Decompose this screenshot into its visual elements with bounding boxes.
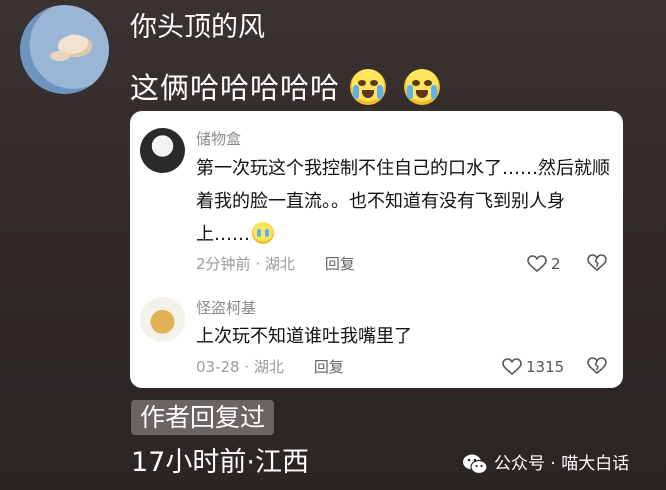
like-count: 1315 [526, 358, 565, 376]
reply-meta: 2分钟前 · 湖北 回复 [196, 254, 355, 274]
crying-laughing-emoji-icon [350, 69, 387, 105]
reply-button[interactable]: 回复 [314, 358, 344, 376]
reply-meta: 03-28 · 湖北 回复 [196, 357, 344, 377]
reply-location: 湖北 [264, 255, 295, 273]
crying-emoji-icon [252, 222, 274, 244]
reply-username[interactable]: 怪盗柯基 [196, 298, 256, 318]
heart-icon [527, 255, 547, 273]
reply-username[interactable]: 储物盒 [196, 129, 241, 149]
commenter-username[interactable]: 你头顶的风 [130, 10, 265, 46]
reply-text: 上次玩不知道谁吐我嘴里了 [196, 326, 412, 347]
broken-heart-icon [587, 357, 607, 375]
dislike-button[interactable] [587, 357, 607, 379]
cat-paw-image [50, 51, 70, 61]
comment-text: 这俩哈哈哈哈哈 [130, 68, 441, 108]
meta-separator: · [250, 255, 265, 273]
commenter-avatar[interactable] [20, 5, 109, 94]
comment-body: 这俩哈哈哈哈哈 [130, 71, 341, 105]
watermark: 公众号 · 喵大白话 [462, 452, 629, 476]
reply-avatar[interactable] [140, 128, 185, 173]
reply-text: 第一次玩这个我控制不住自己的口水了……然后就顺着我的脸一直流。。也不知道有没有飞… [196, 152, 616, 251]
author-replied-badge: 作者回复过 [131, 400, 275, 435]
replies-card: 储物盒 第一次玩这个我控制不住自己的口水了……然后就顺着我的脸一直流。。也不知道… [130, 111, 623, 388]
reply-location: 湖北 [253, 358, 284, 376]
crying-laughing-emoji-icon [404, 69, 441, 105]
broken-heart-icon [587, 254, 607, 272]
reply-time: 03-28 [196, 358, 240, 376]
reply-time: 2分钟前 [196, 255, 251, 273]
like-button[interactable]: 1315 [502, 357, 564, 377]
meta-separator: · [239, 358, 254, 376]
like-count: 2 [551, 255, 561, 273]
heart-icon [502, 358, 522, 376]
dislike-button[interactable] [587, 254, 607, 276]
reply-button[interactable]: 回复 [325, 255, 355, 273]
wechat-icon [463, 454, 488, 475]
reply-avatar[interactable] [140, 297, 185, 342]
like-button[interactable]: 2 [527, 254, 561, 274]
watermark-text: 公众号 · 喵大白话 [494, 454, 630, 474]
comment-time-location: 17小时前·江西 [131, 447, 309, 478]
